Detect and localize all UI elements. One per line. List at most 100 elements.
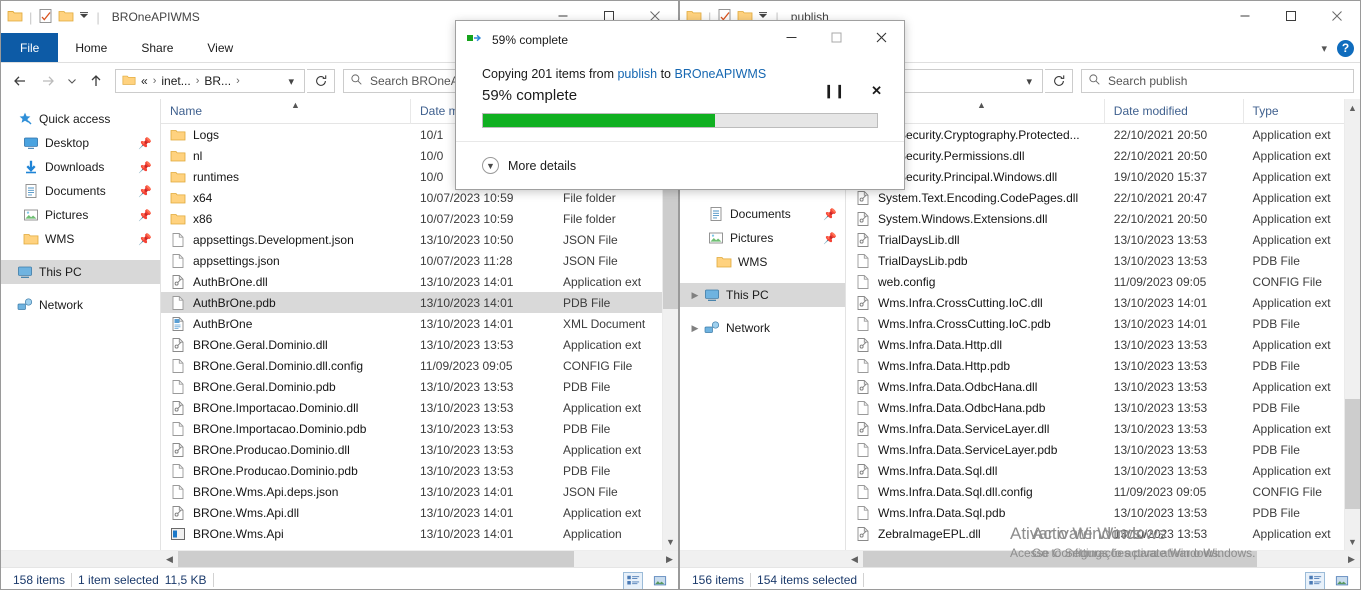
hscroll-track[interactable] [178,550,661,568]
table-row[interactable]: AuthBrOne 13/10/2023 14:01 XML Document [161,313,678,334]
table-row[interactable]: AuthBrOne.pdb 13/10/2023 14:01 PDB File [161,292,678,313]
expander-icon[interactable]: ▶ [688,323,702,334]
copy-dialog-minimize-button[interactable] [769,21,814,53]
details-view-button[interactable] [623,571,643,589]
sidebar-item-documents[interactable]: Documents 📌 [1,179,160,203]
ribbon-tab-view[interactable]: View [190,33,250,62]
table-row[interactable]: BROne.Importacao.Dominio.dll 13/10/2023 1… [161,397,678,418]
breadcrumb-dropdown-icon[interactable]: ▾ [282,75,300,88]
right-sidebar-item-this-pc[interactable]: ▶ This PC [680,283,845,307]
file-name-cell[interactable]: System.Text.Encoding.CodePages.dll [846,190,1105,206]
expander-icon[interactable]: ▶ [688,290,702,301]
scroll-down-arrow[interactable]: ▼ [1345,533,1360,550]
hscroll-left-arrow[interactable]: ◀ [846,554,863,565]
table-row[interactable]: System.Text.Encoding.CodePages.dll 22/10/… [846,187,1360,208]
file-name-cell[interactable]: BROne.Geral.Dominio.dll [161,337,411,353]
table-row[interactable]: System.Windows.Extensions.dll 22/10/2021 … [846,208,1360,229]
right-sidebar-item-wms[interactable]: WMS [680,250,845,274]
sidebar-item-desktop[interactable]: Desktop 📌 [1,131,160,155]
right-breadcrumb-dropdown-icon[interactable]: ▾ [1020,75,1038,88]
table-row[interactable]: Wms.Infra.Data.Sql.pdb 13/10/2023 13:53 PD… [846,502,1360,523]
right-column-header-type[interactable]: Type [1244,99,1360,124]
file-name-cell[interactable]: appsettings.Development.json [161,232,411,248]
file-name-cell[interactable]: TrialDaysLib.pdb [846,253,1105,269]
table-row[interactable]: BROne.Producao.Dominio.dll 13/10/2023 13:… [161,439,678,460]
file-name-cell[interactable]: Wms.Infra.CrossCutting.IoC.dll [846,295,1105,311]
hscroll-right-arrow[interactable]: ▶ [661,554,678,565]
copy-dialog-controls[interactable]: ❙❙ ✕ [823,83,882,99]
breadcrumb[interactable]: « › inet... › BR... › ▾ [115,69,305,93]
left-horizontal-scrollbar[interactable]: ◀ ▶ [1,550,678,568]
pin-icon[interactable]: 📌 [138,233,152,246]
copy-dialog-window-controls[interactable] [769,21,904,53]
nav-quick-access[interactable]: Quick access [1,107,160,131]
folder-icon[interactable] [7,8,23,27]
chevron-down-icon[interactable]: ▼ [482,157,499,174]
table-row[interactable]: Wms.Infra.Data.ServiceLayer.dll 13/10/202… [846,418,1360,439]
hscroll-track[interactable] [863,550,1343,568]
left-view-buttons[interactable] [623,568,670,590]
new-folder-icon[interactable] [58,8,74,27]
breadcrumb-part-0[interactable]: inet... [161,74,190,88]
table-row[interactable]: Wms.Infra.Data.Sql.dll 13/10/2023 13:53 Ap… [846,460,1360,481]
file-name-cell[interactable]: Wms.Infra.Data.ServiceLayer.dll [846,421,1105,437]
right-maximize-button[interactable] [1268,1,1314,31]
sidebar-item-downloads[interactable]: Downloads 📌 [1,155,160,179]
file-name-cell[interactable]: Wms.Infra.Data.Sql.pdb [846,505,1105,521]
file-name-cell[interactable]: Wms.Infra.Data.OdbcHana.pdb [846,400,1105,416]
pin-icon[interactable]: 📌 [823,208,837,221]
file-name-cell[interactable]: Wms.Infra.Data.Http.pdb [846,358,1105,374]
right-scroll-thumb[interactable] [1345,399,1360,509]
file-name-cell[interactable]: BROne.Producao.Dominio.dll [161,442,411,458]
file-name-cell[interactable]: Wms.Infra.CrossCutting.IoC.pdb [846,316,1105,332]
back-button[interactable] [7,68,33,94]
large-icons-view-button[interactable] [1332,572,1352,590]
table-row[interactable]: ZebraImageEPL.dll 13/10/2023 13:53 Applica… [846,523,1360,544]
file-name-cell[interactable]: Wms.Infra.Data.Sql.dll.config [846,484,1105,500]
file-name-cell[interactable]: Wms.Infra.Data.OdbcHana.dll [846,379,1105,395]
refresh-button[interactable] [307,69,335,93]
table-row[interactable]: appsettings.json 10/07/2023 11:28 JSON Fil… [161,250,678,271]
sidebar-item-this-pc[interactable]: This PC [1,260,160,284]
right-file-rows[interactable]: em.Security.Cryptography.Protected... 22/… [846,124,1360,544]
table-row[interactable]: em.Security.Cryptography.Protected... 22/… [846,124,1360,145]
table-row[interactable]: BROne.Geral.Dominio.pdb 13/10/2023 13:53 P… [161,376,678,397]
table-row[interactable]: Wms.Infra.Data.ServiceLayer.pdb 13/10/202… [846,439,1360,460]
table-row[interactable]: Wms.Infra.Data.OdbcHana.dll 13/10/2023 13… [846,376,1360,397]
up-button[interactable] [83,68,109,94]
breadcrumb-part-1[interactable]: BR... [204,74,231,88]
file-name-cell[interactable]: AuthBrOne [161,316,411,332]
column-header-name[interactable]: Name [161,99,411,124]
large-icons-view-button[interactable] [650,572,670,590]
copy-dialog-footer[interactable]: ▼ More details [456,141,904,189]
file-name-cell[interactable]: Logs [161,127,411,143]
file-name-cell[interactable]: TrialDaysLib.dll [846,232,1105,248]
help-icon[interactable]: ? [1337,39,1354,57]
breadcrumb-overflow[interactable]: « [141,74,148,88]
left-hscroll-thumb[interactable] [178,550,575,568]
copy-dialog-titlebar[interactable]: 59% complete [456,21,904,59]
right-column-headers[interactable]: Date modified Type ▲ [846,99,1360,124]
file-name-cell[interactable]: AuthBrOne.pdb [161,295,411,311]
copy-dialog-maximize-button[interactable] [814,21,859,53]
pin-icon[interactable]: 📌 [823,232,837,245]
ribbon-tab-share[interactable]: Share [124,33,190,62]
right-sidebar-item-documents[interactable]: Documents 📌 [680,202,845,226]
sidebar-item-wms[interactable]: WMS 📌 [1,227,160,251]
left-navigation-pane[interactable]: Quick access Desktop 📌 Downloads 📌 Docum… [1,99,161,550]
file-name-cell[interactable]: BROne.Wms.Api.dll [161,505,411,521]
file-name-cell[interactable]: x86 [161,211,411,227]
cancel-copy-button[interactable]: ✕ [871,83,882,99]
pin-icon[interactable]: 📌 [138,185,152,198]
table-row[interactable]: web.config 11/09/2023 09:05 CONFIG File [846,271,1360,292]
sidebar-item-pictures[interactable]: Pictures 📌 [1,203,160,227]
copy-progress-dialog[interactable]: 59% complete Copying 201 items from publ… [455,20,905,190]
right-sidebar-item-pictures[interactable]: Pictures 📌 [680,226,845,250]
file-name-cell[interactable]: Wms.Infra.Data.Http.dll [846,337,1105,353]
right-horizontal-scrollbar[interactable]: ◀ ▶ [680,550,1360,568]
file-name-cell[interactable]: Wms.Infra.Data.Sql.dll [846,463,1105,479]
more-details-label[interactable]: More details [508,159,576,173]
table-row[interactable]: BROne.Wms.Api.deps.json 13/10/2023 14:01 J… [161,481,678,502]
qat-chevron-down-icon[interactable] [78,10,90,25]
right-sidebar-item-network[interactable]: ▶ Network [680,316,845,340]
